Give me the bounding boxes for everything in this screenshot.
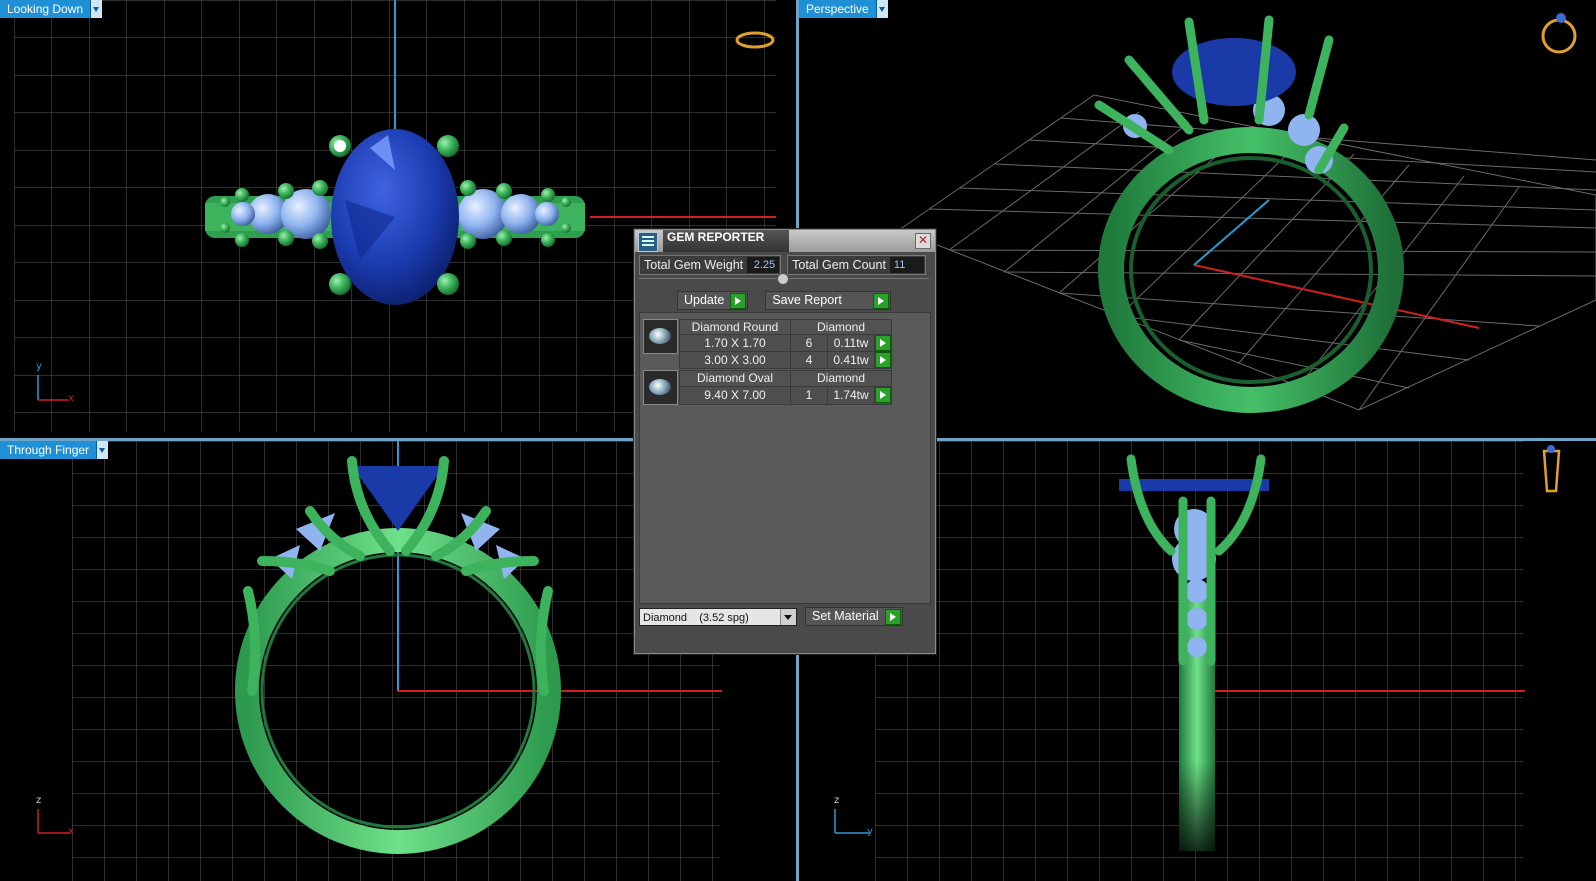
gem-size: 9.40 X 7.00 bbox=[679, 385, 791, 406]
gem-group-diamond-oval[interactable]: Diamond Oval Diamond 9.40 X 7.00 1 1.74t… bbox=[643, 370, 892, 406]
gem-reporter-app-icon bbox=[638, 232, 658, 252]
nav-finger-icon[interactable] bbox=[1542, 449, 1561, 493]
splitter-knob-icon[interactable] bbox=[777, 273, 789, 285]
viewport-title: Through Finger bbox=[0, 441, 97, 459]
gem-group-diamond-round[interactable]: Diamond Round Diamond 1.70 X 1.70 6 0.11… bbox=[643, 319, 892, 369]
diamond-round-icon bbox=[643, 319, 678, 354]
gem-size: 3.00 X 3.00 bbox=[679, 351, 791, 369]
gem-row[interactable]: 1.70 X 1.70 6 0.11tw bbox=[679, 334, 892, 352]
gem-reporter-title: GEM REPORTER bbox=[663, 230, 789, 252]
total-gem-count-value: 11 bbox=[889, 257, 924, 273]
total-gem-count-stat: Total Gem Count 11 bbox=[787, 255, 926, 275]
viewport-label-through-finger[interactable]: Through Finger bbox=[0, 441, 109, 459]
gem-row[interactable]: 3.00 X 3.00 4 0.41tw bbox=[679, 351, 892, 369]
gem-name: Diamond Oval bbox=[679, 370, 791, 387]
gem-count: 1 bbox=[790, 385, 828, 406]
gem-reporter-panel: GEM REPORTER ✕ Total Gem Weight 2.25 Tot… bbox=[634, 229, 936, 654]
viewport-label-perspective[interactable]: Perspective bbox=[799, 0, 888, 18]
set-material-button-label: Set Material bbox=[812, 609, 879, 623]
play-icon[interactable] bbox=[875, 387, 891, 404]
total-gem-weight-label: Total Gem Weight bbox=[644, 258, 744, 272]
gem-name: Diamond Round bbox=[679, 319, 791, 335]
chevron-down-icon[interactable] bbox=[90, 0, 103, 18]
play-icon[interactable] bbox=[875, 335, 891, 351]
total-gem-weight-value: 2.25 bbox=[747, 257, 780, 273]
gem-row[interactable]: 9.40 X 7.00 1 1.74tw bbox=[679, 385, 892, 406]
material-select-value: Diamond (3.52 spg) bbox=[643, 611, 749, 624]
total-gem-weight-stat: Total Gem Weight 2.25 bbox=[639, 255, 782, 275]
save-report-button[interactable]: Save Report bbox=[765, 291, 892, 310]
gem-weight: 0.11tw bbox=[827, 334, 875, 352]
play-icon[interactable] bbox=[884, 608, 901, 625]
gem-reporter-titlebar[interactable]: GEM REPORTER ✕ bbox=[635, 230, 935, 252]
axis-x-label: x bbox=[68, 393, 74, 404]
play-icon[interactable] bbox=[873, 292, 890, 309]
update-button-label: Update bbox=[684, 293, 725, 307]
axis-y-label: y bbox=[867, 826, 873, 837]
play-icon[interactable] bbox=[875, 352, 891, 368]
nav-ring-icon[interactable] bbox=[1541, 18, 1577, 54]
axis-z-label: z bbox=[36, 795, 42, 806]
chevron-down-icon[interactable] bbox=[96, 441, 109, 459]
viewport-title: Perspective bbox=[799, 0, 876, 18]
play-icon[interactable] bbox=[730, 292, 747, 309]
gem-weight: 0.41tw bbox=[827, 351, 875, 369]
material-select[interactable]: Diamond (3.52 spg) bbox=[639, 607, 797, 626]
gem-material: Diamond bbox=[790, 319, 892, 335]
save-report-button-label: Save Report bbox=[772, 293, 842, 307]
viewport-label-looking-down[interactable]: Looking Down bbox=[0, 0, 103, 18]
chevron-down-icon[interactable] bbox=[875, 0, 888, 18]
gem-weight: 1.74tw bbox=[827, 385, 875, 406]
axis-x-label: x bbox=[68, 826, 74, 837]
gem-size: 1.70 X 1.70 bbox=[679, 334, 791, 352]
axis-z-label: z bbox=[834, 795, 840, 806]
close-icon[interactable]: ✕ bbox=[915, 233, 931, 249]
gem-material: Diamond bbox=[790, 370, 892, 387]
gem-list[interactable]: Diamond Round Diamond 1.70 X 1.70 6 0.11… bbox=[639, 312, 931, 604]
axis-y-label: y bbox=[36, 361, 42, 372]
chevron-down-icon[interactable] bbox=[780, 608, 796, 625]
set-material-button[interactable]: Set Material bbox=[805, 607, 903, 626]
update-button[interactable]: Update bbox=[677, 291, 749, 310]
gem-count: 4 bbox=[790, 351, 828, 369]
total-gem-count-label: Total Gem Count bbox=[792, 258, 886, 272]
diamond-oval-icon bbox=[643, 370, 678, 405]
viewport-title: Looking Down bbox=[0, 0, 91, 18]
gem-count: 6 bbox=[790, 334, 828, 352]
